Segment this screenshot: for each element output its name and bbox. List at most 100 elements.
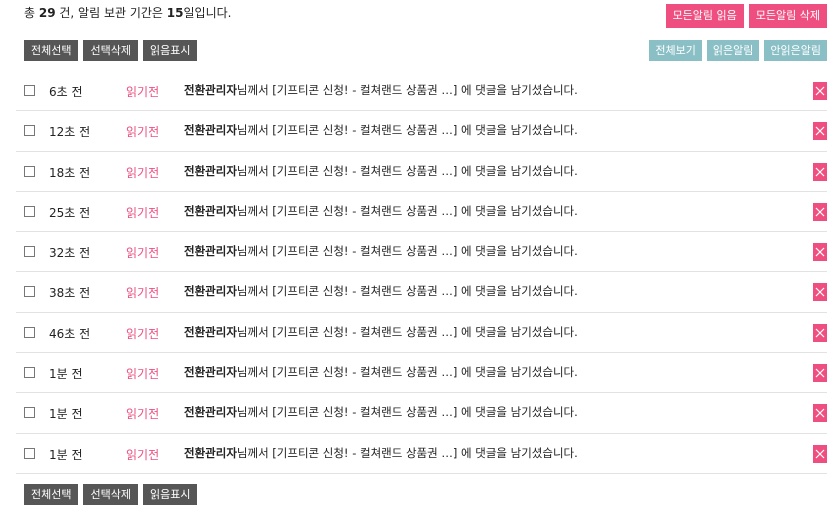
notification-time: 38초 전 xyxy=(49,286,91,301)
mark-read-button[interactable]: 읽음표시 xyxy=(142,484,198,505)
notification-list: 6초 전 읽기전 전환관리자님께서 [기프티콘 신청! - 컬쳐랜드 상품권 …] … xyxy=(16,71,827,474)
read-state-label: 읽기전 xyxy=(126,85,160,99)
row-checkbox[interactable] xyxy=(24,205,35,217)
notification-sender: 전환관리자 xyxy=(184,203,237,218)
notification-time: 6초 전 xyxy=(49,85,83,99)
close-icon xyxy=(815,247,825,257)
read-state-label: 읽기전 xyxy=(126,125,160,140)
notification-message[interactable]: 전환관리자님께서 [기프티콘 신청! - 컬쳐랜드 상품권 …] 에 댓글을 남… xyxy=(184,163,578,179)
summary-days: 15 xyxy=(166,6,184,20)
delete-notification-button[interactable] xyxy=(813,122,827,141)
notification-text: 님께서 [기프티콘 신청! - 컬쳐랜드 상품권 …] 에 댓글을 남기셨습니다… xyxy=(236,445,578,460)
read-state-label: 읽기전 xyxy=(126,205,160,220)
row-checkbox[interactable] xyxy=(24,165,35,177)
row-checkbox[interactable] xyxy=(24,85,35,96)
delete-all-button[interactable]: 모든알림 삭제 xyxy=(748,4,827,28)
delete-notification-button[interactable] xyxy=(813,82,827,100)
notification-row: 46초 전 읽기전 전환관리자님께서 [기프티콘 신청! - 컬쳐랜드 상품권 …]… xyxy=(16,313,827,354)
notification-message[interactable]: 전환관리자님께서 [기프티콘 신청! - 컬쳐랜드 상품권 …] 에 댓글을 남… xyxy=(184,324,578,340)
row-checkbox[interactable] xyxy=(24,447,35,459)
summary-suffix: 일입니다. xyxy=(183,6,232,20)
read-state-label: 읽기전 xyxy=(126,286,160,301)
notification-row: 6초 전 읽기전 전환관리자님께서 [기프티콘 신청! - 컬쳐랜드 상품권 …] … xyxy=(16,71,827,112)
delete-notification-button[interactable] xyxy=(813,283,827,302)
notification-sender: 전환관리자 xyxy=(184,365,237,380)
row-checkbox[interactable] xyxy=(24,286,35,298)
delete-selected-button[interactable]: 선택삭제 xyxy=(83,40,138,61)
notification-time: 1분 전 xyxy=(49,407,83,422)
notification-message[interactable]: 전환관리자님께서 [기프티콘 신청! - 컬쳐랜드 상품권 …] 에 댓글을 남… xyxy=(184,243,578,259)
read-state-label: 읽기전 xyxy=(126,246,160,261)
summary-count: 29 xyxy=(38,6,56,20)
toolbar-top: 전체선택 선택삭제 읽음표시 xyxy=(24,40,198,61)
delete-notification-button[interactable] xyxy=(813,444,827,463)
filter-all-button[interactable]: 전체보기 xyxy=(649,40,702,61)
notification-text: 님께서 [기프티콘 신청! - 컬쳐랜드 상품권 …] 에 댓글을 남기셨습니다… xyxy=(236,163,578,178)
notification-time: 1분 전 xyxy=(49,367,83,382)
close-icon xyxy=(815,207,825,217)
notification-row: 12초 전 읽기전 전환관리자님께서 [기프티콘 신청! - 컬쳐랜드 상품권 …]… xyxy=(16,111,827,152)
row-checkbox[interactable] xyxy=(24,246,35,258)
notification-sender: 전환관리자 xyxy=(184,163,237,178)
notification-row: 38초 전 읽기전 전환관리자님께서 [기프티콘 신청! - 컬쳐랜드 상품권 …]… xyxy=(16,272,827,313)
delete-notification-button[interactable] xyxy=(813,243,827,262)
notification-time: 32초 전 xyxy=(49,246,91,261)
notification-sender: 전환관리자 xyxy=(184,284,237,299)
notification-time: 46초 전 xyxy=(49,326,91,341)
read-state-label: 읽기전 xyxy=(126,447,160,462)
notification-message[interactable]: 전환관리자님께서 [기프티콘 신청! - 컬쳐랜드 상품권 …] 에 댓글을 남… xyxy=(184,364,578,380)
notification-text: 님께서 [기프티콘 신청! - 컬쳐랜드 상품권 …] 에 댓글을 남기셨습니다… xyxy=(236,244,578,259)
notification-text: 님께서 [기프티콘 신청! - 컬쳐랜드 상품권 …] 에 댓글을 남기셨습니다… xyxy=(236,83,578,97)
notification-message[interactable]: 전환관리자님께서 [기프티콘 신청! - 컬쳐랜드 상품권 …] 에 댓글을 남… xyxy=(184,203,578,219)
delete-notification-button[interactable] xyxy=(813,404,827,423)
notification-summary: 총 29 건, 알림 보관 기간은 15일입니다. xyxy=(24,4,231,21)
notification-message[interactable]: 전환관리자님께서 [기프티콘 신청! - 컬쳐랜드 상품권 …] 에 댓글을 남… xyxy=(184,82,578,98)
notification-sender: 전환관리자 xyxy=(184,123,237,138)
delete-notification-button[interactable] xyxy=(813,323,827,342)
notification-message[interactable]: 전환관리자님께서 [기프티콘 신청! - 컬쳐랜드 상품권 …] 에 댓글을 남… xyxy=(184,445,578,461)
notification-text: 님께서 [기프티콘 신청! - 컬쳐랜드 상품권 …] 에 댓글을 남기셨습니다… xyxy=(236,123,578,138)
close-icon xyxy=(815,288,825,297)
notification-row: 1분 전 읽기전 전환관리자님께서 [기프티콘 신청! - 컬쳐랜드 상품권 …] … xyxy=(16,353,827,394)
notification-text: 님께서 [기프티콘 신청! - 컬쳐랜드 상품권 …] 에 댓글을 남기셨습니다… xyxy=(236,405,578,420)
delete-notification-button[interactable] xyxy=(813,364,827,383)
notification-text: 님께서 [기프티콘 신청! - 컬쳐랜드 상품권 …] 에 댓글을 남기셨습니다… xyxy=(236,284,578,299)
close-icon xyxy=(815,328,825,338)
notification-sender: 전환관리자 xyxy=(184,244,237,259)
read-state-label: 읽기전 xyxy=(126,165,160,180)
notification-time: 25초 전 xyxy=(49,205,91,220)
notification-row: 25초 전 읽기전 전환관리자님께서 [기프티콘 신청! - 컬쳐랜드 상품권 …]… xyxy=(16,192,827,233)
global-actions: 모든알림 읽음 모든알림 삭제 xyxy=(665,4,827,28)
read-state-label: 읽기전 xyxy=(126,326,160,341)
close-icon xyxy=(815,449,825,459)
delete-selected-button[interactable]: 선택삭제 xyxy=(83,484,138,505)
delete-notification-button[interactable] xyxy=(813,162,827,181)
close-icon xyxy=(815,368,825,378)
row-checkbox[interactable] xyxy=(24,125,35,137)
notification-time: 12초 전 xyxy=(49,125,91,140)
row-checkbox[interactable] xyxy=(24,407,35,419)
read-all-button[interactable]: 모든알림 읽음 xyxy=(665,4,744,28)
mark-read-button[interactable]: 읽음표시 xyxy=(142,40,198,61)
notification-message[interactable]: 전환관리자님께서 [기프티콘 신청! - 컬쳐랜드 상품권 …] 에 댓글을 남… xyxy=(184,122,578,138)
close-icon xyxy=(815,408,825,418)
notification-sender: 전환관리자 xyxy=(184,324,237,339)
delete-notification-button[interactable] xyxy=(813,202,827,221)
close-icon xyxy=(815,126,825,136)
notification-message[interactable]: 전환관리자님께서 [기프티콘 신청! - 컬쳐랜드 상품권 …] 에 댓글을 남… xyxy=(184,404,578,420)
row-checkbox[interactable] xyxy=(24,326,35,338)
row-checkbox[interactable] xyxy=(24,367,35,379)
select-all-button[interactable]: 전체선택 xyxy=(24,40,79,61)
notification-text: 님께서 [기프티콘 신청! - 컬쳐랜드 상품권 …] 에 댓글을 남기셨습니다… xyxy=(236,203,578,218)
read-state-label: 읽기전 xyxy=(126,367,160,382)
filter-read-button[interactable]: 읽은알림 xyxy=(706,40,760,61)
notification-row: 32초 전 읽기전 전환관리자님께서 [기프티콘 신청! - 컬쳐랜드 상품권 …]… xyxy=(16,232,827,273)
select-all-button[interactable]: 전체선택 xyxy=(24,484,79,505)
read-state-label: 읽기전 xyxy=(126,407,160,422)
notification-sender: 전환관리자 xyxy=(184,445,237,460)
filter-unread-button[interactable]: 안읽은알림 xyxy=(764,40,827,61)
close-icon xyxy=(815,167,825,177)
notification-sender: 전환관리자 xyxy=(184,405,237,420)
summary-middle: 건, 알림 보관 기간은 xyxy=(55,6,167,20)
notification-message[interactable]: 전환관리자님께서 [기프티콘 신청! - 컬쳐랜드 상품권 …] 에 댓글을 남… xyxy=(184,283,578,299)
